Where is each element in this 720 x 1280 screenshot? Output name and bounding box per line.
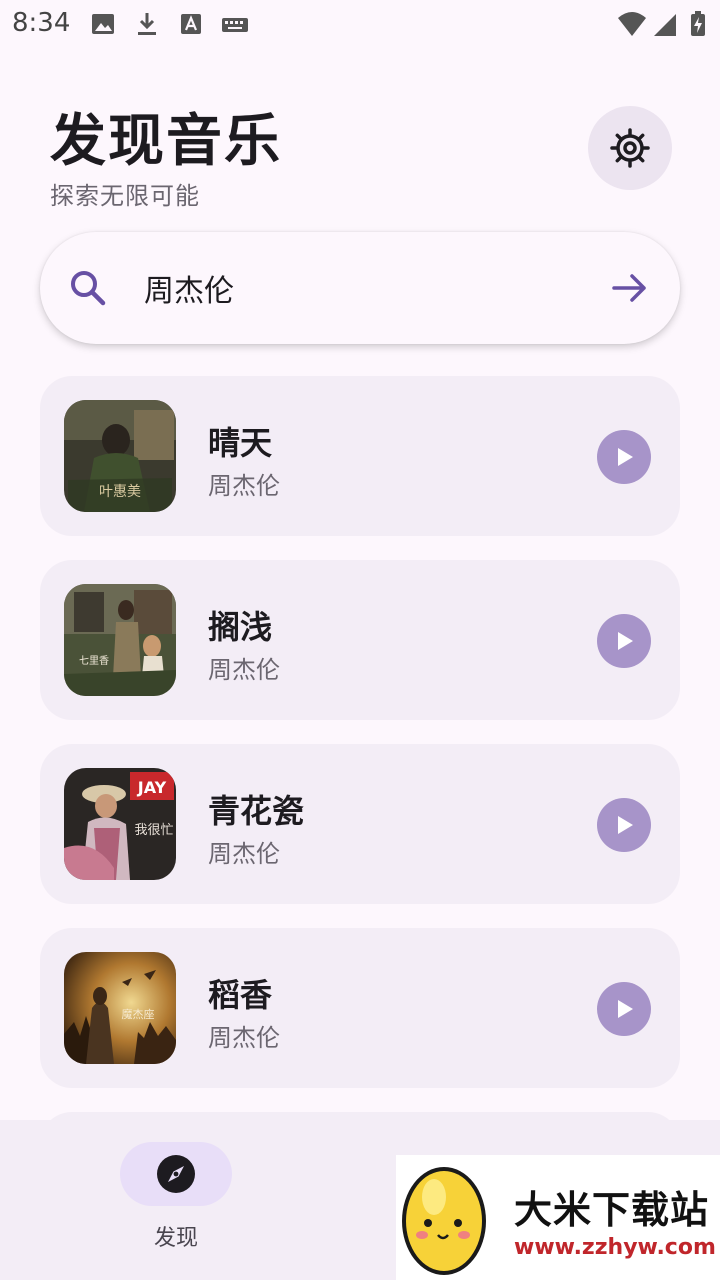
watermark: 大米下载站 www.zzhyw.com — [396, 1155, 720, 1280]
watermark-title: 大米下载站 — [514, 1188, 710, 1232]
battery-charging-icon — [691, 11, 705, 36]
song-title: 搁浅 — [208, 608, 273, 646]
svg-text:JAY: JAY — [137, 778, 167, 797]
status-time: 8:34 — [12, 8, 71, 38]
song-card[interactable]: 魔杰座 稻香 周杰伦 — [40, 928, 680, 1088]
play-button[interactable] — [597, 798, 651, 852]
song-title: 稻香 — [208, 976, 273, 1014]
album-cover: 七里香 — [64, 584, 176, 696]
song-list: 叶惠美 晴天 周杰伦 七里香 搁浅 周杰伦 JAY 我很忙 青花瓷 周杰伦 魔杰… — [40, 376, 680, 1112]
gear-icon — [610, 128, 650, 168]
text-a-icon — [181, 14, 201, 34]
play-icon — [618, 816, 633, 834]
page-title: 发现音乐 — [50, 109, 282, 174]
svg-text:魔杰座: 魔杰座 — [122, 1007, 155, 1021]
image-icon — [92, 14, 114, 34]
song-artist: 周杰伦 — [208, 1024, 280, 1052]
svg-text:七里香: 七里香 — [79, 655, 109, 667]
compass-icon — [157, 1155, 195, 1193]
play-button[interactable] — [597, 982, 651, 1036]
play-icon — [618, 632, 633, 650]
play-button[interactable] — [597, 430, 651, 484]
song-card[interactable]: JAY 我很忙 青花瓷 周杰伦 — [40, 744, 680, 904]
watermark-url: www.zzhyw.com — [514, 1235, 716, 1260]
song-card[interactable]: 七里香 搁浅 周杰伦 — [40, 560, 680, 720]
signal-icon — [654, 14, 676, 36]
arrow-right-icon[interactable] — [610, 268, 650, 308]
svg-text:我很忙: 我很忙 — [134, 823, 173, 838]
song-title: 晴天 — [208, 424, 273, 462]
album-cover: 魔杰座 — [64, 952, 176, 1064]
egg-mascot-logo — [402, 1167, 486, 1275]
search-icon[interactable] — [68, 268, 108, 308]
nav-item-discover[interactable]: 发现 — [0, 1120, 352, 1280]
wifi-icon — [618, 12, 646, 36]
song-artist: 周杰伦 — [208, 656, 280, 684]
download-icon — [138, 13, 156, 35]
svg-text:叶惠美: 叶惠美 — [99, 484, 141, 500]
album-cover: 叶惠美 — [64, 400, 176, 512]
song-artist: 周杰伦 — [208, 840, 280, 868]
nav-label: 发现 — [153, 1226, 198, 1251]
search-bar — [40, 232, 680, 344]
settings-button[interactable] — [588, 106, 672, 190]
search-input[interactable] — [144, 264, 584, 312]
status-bar: 8:34 — [0, 0, 720, 48]
song-card[interactable]: 叶惠美 晴天 周杰伦 — [40, 376, 680, 536]
album-cover: JAY 我很忙 — [64, 768, 176, 880]
play-button[interactable] — [597, 614, 651, 668]
play-icon — [618, 1000, 633, 1018]
keyboard-icon — [222, 18, 248, 32]
play-icon — [618, 448, 633, 466]
page-subtitle: 探索无限可能 — [50, 182, 200, 210]
song-artist: 周杰伦 — [208, 472, 280, 500]
song-title: 青花瓷 — [208, 792, 305, 830]
